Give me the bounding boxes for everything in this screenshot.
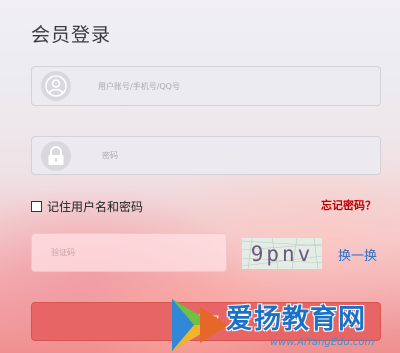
forgot-password-link[interactable]: 忘记密码？ xyxy=(321,197,376,213)
login-panel: 会员登录 记住用户名和密码 xyxy=(0,0,400,353)
remember-checkbox[interactable] xyxy=(31,201,42,212)
captcha-input[interactable] xyxy=(51,234,211,271)
password-field[interactable] xyxy=(31,136,381,175)
captcha-refresh-link[interactable]: 换一换 xyxy=(338,245,377,264)
remember-label: 记住用户名和密码 xyxy=(47,200,144,214)
password-input[interactable] xyxy=(102,137,372,174)
lock-icon xyxy=(32,137,80,174)
watermark: 爱扬教育网 www.AiYangEdu.com xyxy=(170,297,400,353)
remember-option[interactable]: 记住用户名和密码 xyxy=(31,198,143,215)
page-title: 会员登录 xyxy=(31,24,112,46)
watermark-url: www.AiYangEdu.com xyxy=(270,337,375,348)
watermark-logo-icon xyxy=(172,299,228,351)
captcha-field[interactable] xyxy=(31,233,227,272)
username-field[interactable] xyxy=(31,66,381,106)
user-icon xyxy=(32,67,80,105)
watermark-brand: 爱扬教育网 xyxy=(226,304,366,335)
username-input[interactable] xyxy=(98,67,368,105)
captcha-image[interactable]: 9pnv xyxy=(242,238,322,269)
captcha-text: 9pnv xyxy=(250,241,314,266)
